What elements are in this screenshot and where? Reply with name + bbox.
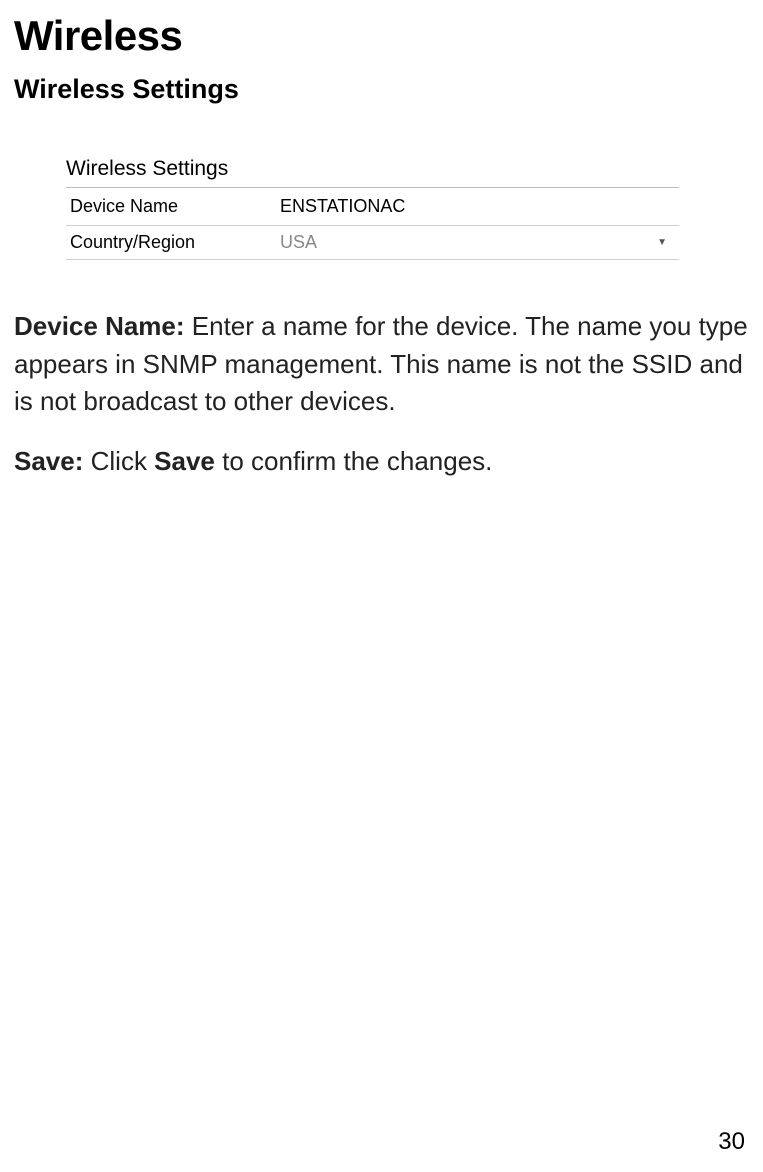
device-name-input[interactable] (280, 194, 675, 219)
table-row: Device Name (66, 188, 679, 226)
device-name-label: Device Name (66, 188, 276, 226)
page-number: 30 (718, 1128, 745, 1156)
chevron-down-icon: ▼ (657, 237, 675, 248)
wireless-settings-panel: Wireless Settings Device Name Country/Re… (66, 157, 679, 260)
settings-table: Device Name Country/Region USA ▼ (66, 188, 679, 260)
table-row: Country/Region USA ▼ (66, 226, 679, 260)
description-text: to confirm the changes. (215, 446, 492, 476)
description-label: Device Name: (14, 311, 185, 341)
panel-heading: Wireless Settings (66, 157, 679, 188)
country-region-label: Country/Region (66, 226, 276, 260)
page-title: Wireless (14, 12, 749, 60)
country-region-value: USA (280, 232, 317, 253)
device-name-cell (276, 188, 679, 226)
save-description: Save: Click Save to confirm the changes. (14, 443, 749, 481)
country-region-cell: USA ▼ (276, 226, 679, 260)
device-name-description: Device Name: Enter a name for the device… (14, 308, 749, 421)
description-label: Save: (14, 446, 83, 476)
section-title: Wireless Settings (14, 74, 749, 105)
save-bold: Save (154, 446, 215, 476)
description-text: Click (83, 446, 154, 476)
country-region-select[interactable]: USA ▼ (280, 232, 675, 253)
